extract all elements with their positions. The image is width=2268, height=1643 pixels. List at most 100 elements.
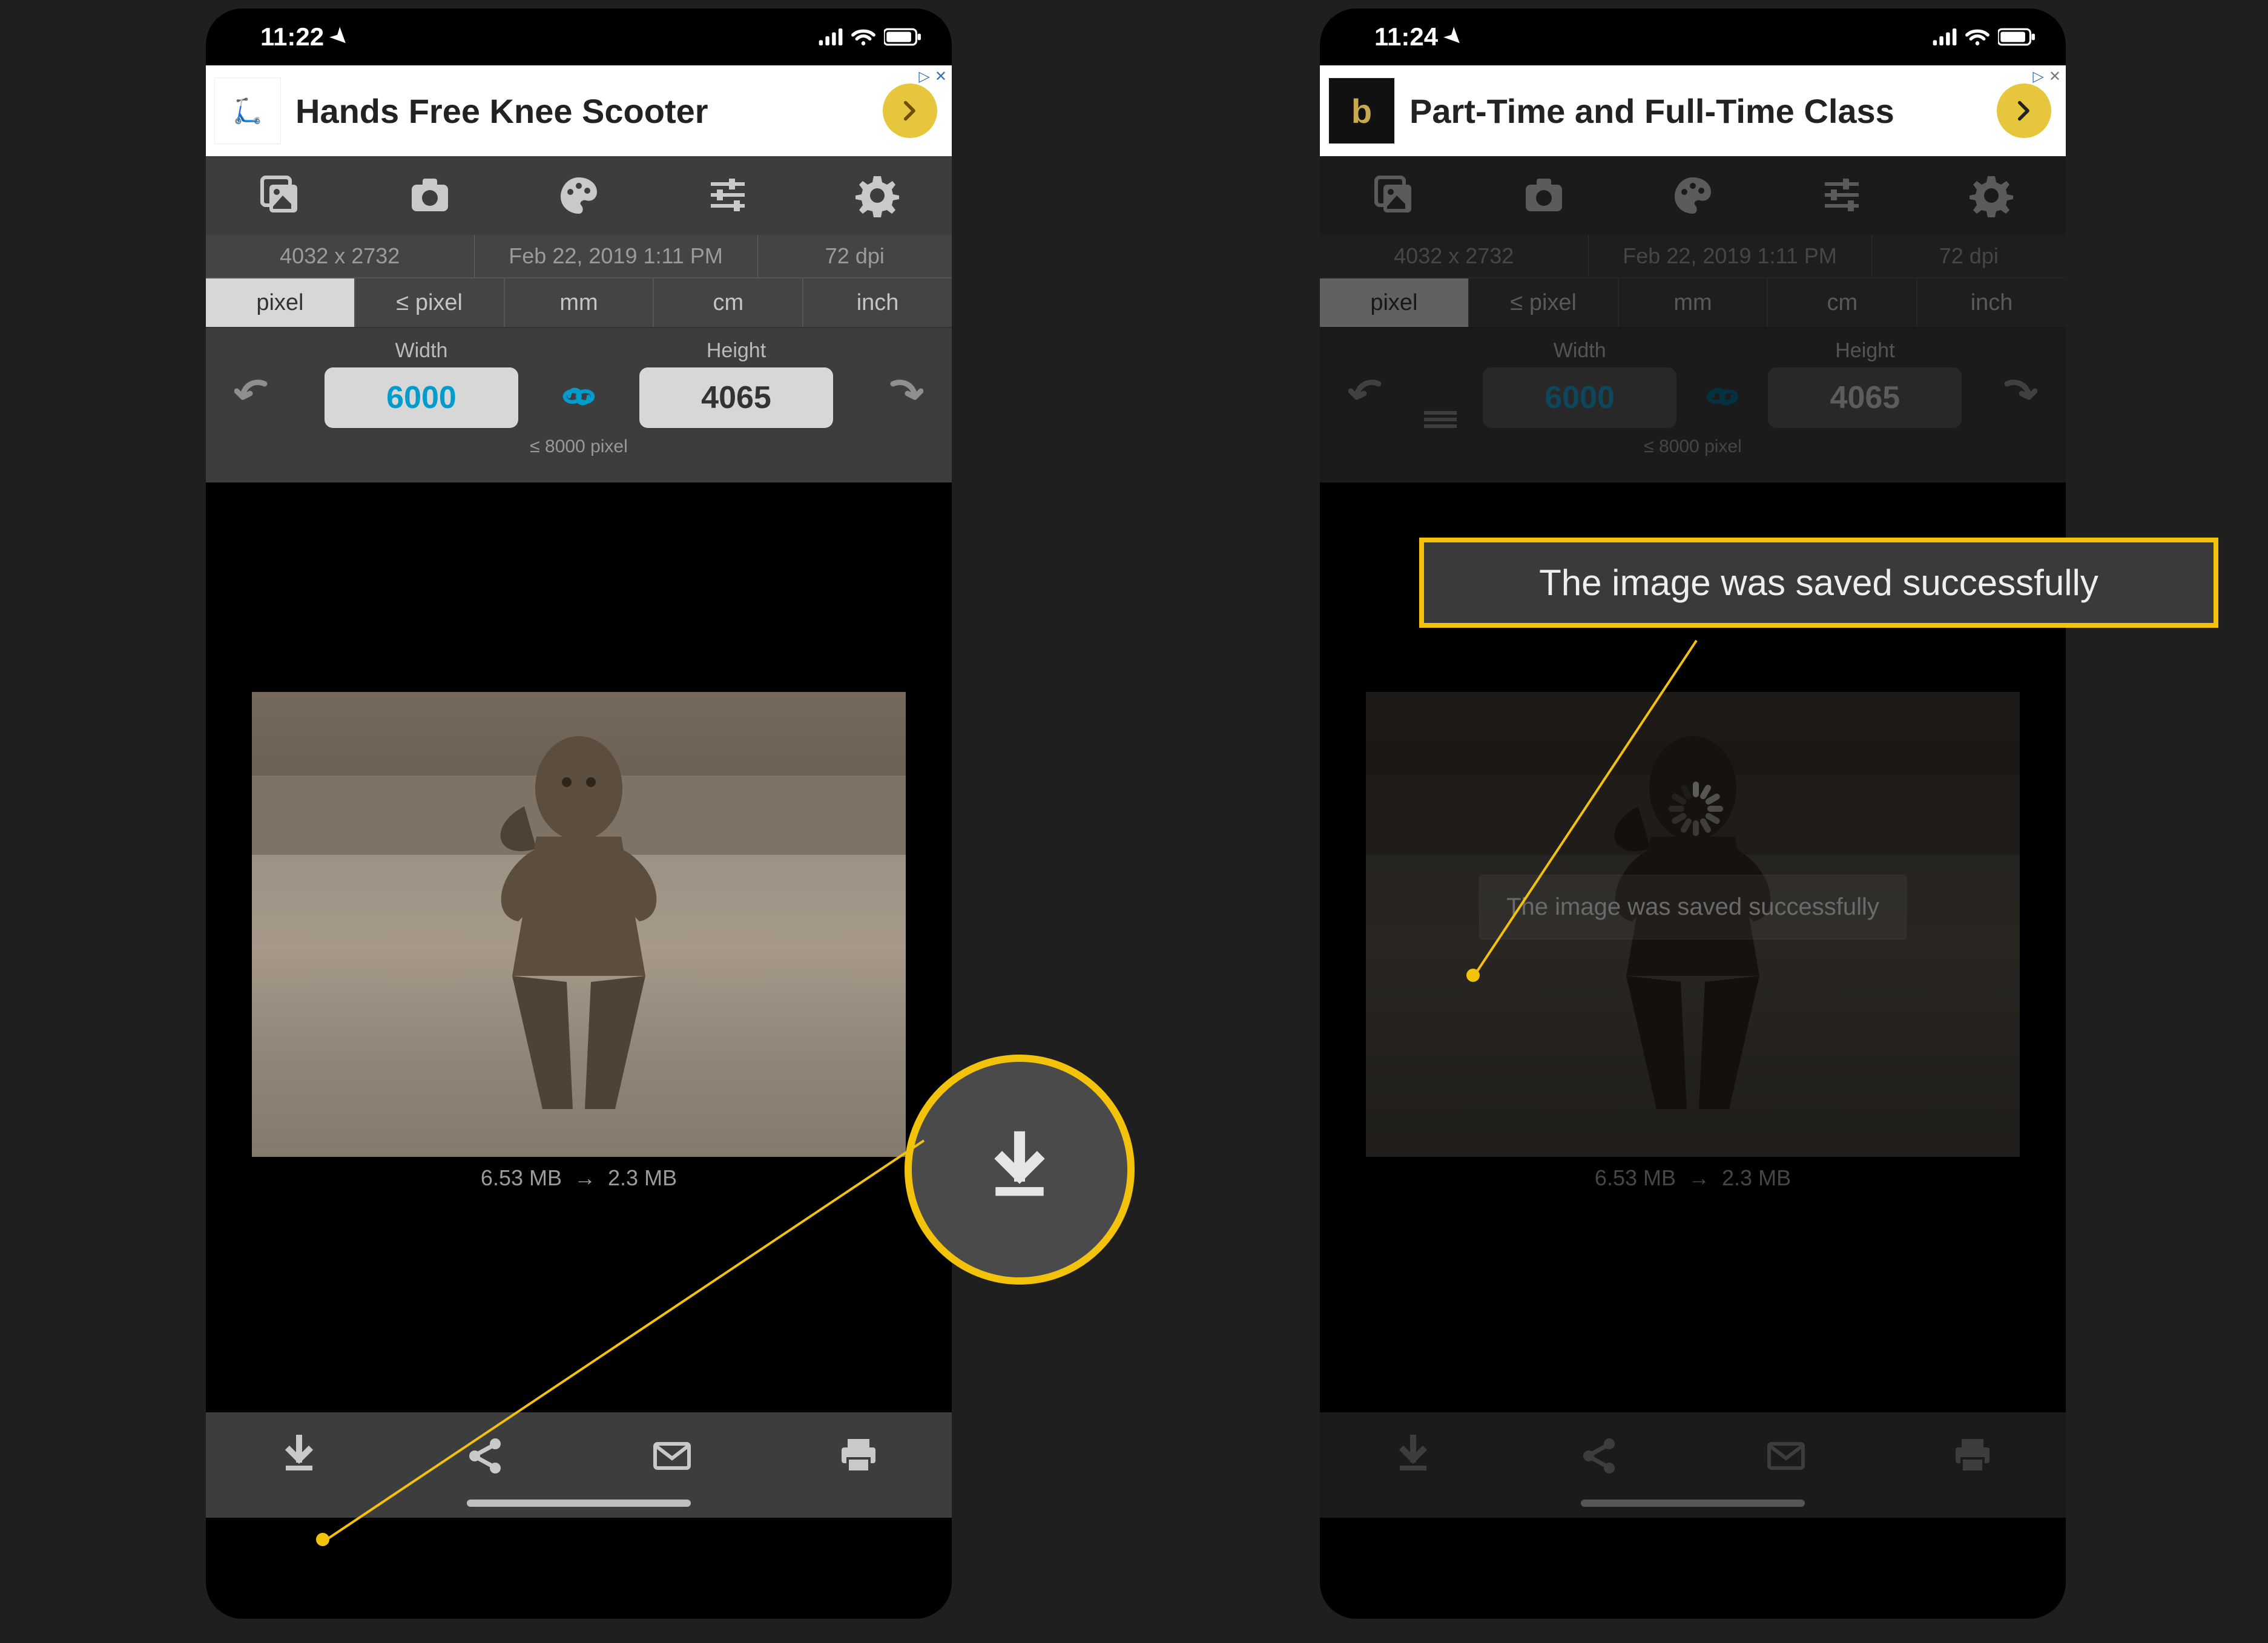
mail-icon <box>1764 1434 1808 1478</box>
signal-icon <box>1933 28 1957 45</box>
info-dimensions: 4032 x 2732 <box>206 235 475 277</box>
save-button[interactable] <box>206 1412 392 1518</box>
location-arrow-icon: ➤ <box>325 22 354 51</box>
mail-icon <box>650 1434 694 1478</box>
download-icon <box>1391 1434 1435 1478</box>
camera-icon <box>1522 174 1566 217</box>
adchoices-icon[interactable]: ▷✕ <box>918 68 947 85</box>
undo-button[interactable] <box>1343 355 1397 428</box>
redo-icon <box>1994 373 2037 410</box>
gallery-button[interactable] <box>206 156 355 235</box>
image-preview[interactable] <box>252 692 906 1157</box>
undo-icon <box>234 373 278 410</box>
filesize-comparison: 6.53 MB → 2.3 MB <box>252 1165 906 1191</box>
ad-go-button[interactable] <box>1997 84 2051 138</box>
unit-inch[interactable]: inch <box>1917 278 2066 327</box>
chevron-right-icon <box>2011 97 2037 124</box>
share-icon <box>1578 1434 1621 1478</box>
status-bar: 11:24 ➤ <box>1320 8 2066 65</box>
height-field-group: Height 4065 <box>639 339 833 428</box>
callout-toast-text: The image was saved successfully <box>1539 562 2098 604</box>
aspect-lock-button[interactable] <box>1703 366 1742 427</box>
wifi-icon <box>1965 28 1989 45</box>
height-input[interactable]: 4065 <box>1768 367 1962 428</box>
hamburger-icon <box>1424 409 1457 430</box>
top-toolbar <box>1320 156 2066 235</box>
width-field-group: Width 6000 <box>1483 339 1676 428</box>
palette-button[interactable] <box>1618 156 1767 235</box>
status-time: 11:22 <box>260 22 324 51</box>
undo-button[interactable] <box>229 355 283 428</box>
adjust-button[interactable] <box>1767 156 1916 235</box>
print-icon <box>1951 1434 1994 1478</box>
unit-mm[interactable]: mm <box>1619 278 1769 327</box>
redo-button[interactable] <box>874 355 929 428</box>
print-icon <box>837 1434 880 1478</box>
callout-save-circle <box>905 1055 1135 1285</box>
home-indicator[interactable] <box>1581 1500 1805 1507</box>
ad-go-button[interactable] <box>883 84 937 138</box>
size-hint: ≤ 8000 pixel <box>229 436 929 457</box>
width-input[interactable]: 6000 <box>325 367 518 428</box>
filesize-after: 2.3 MB <box>1722 1165 1791 1190</box>
unit-lte-pixel[interactable]: ≤ pixel <box>1469 278 1619 327</box>
status-time: 11:24 <box>1374 22 1438 51</box>
palette-button[interactable] <box>504 156 653 235</box>
gear-icon <box>855 174 899 217</box>
print-button[interactable] <box>1879 1412 2066 1518</box>
ad-banner[interactable]: 🛴 Hands Free Knee Scooter ▷✕ <box>206 65 952 156</box>
chevron-right-icon <box>897 97 923 124</box>
unit-selector: pixel ≤ pixel mm cm inch <box>206 277 952 328</box>
adchoices-icon[interactable]: ▷✕ <box>2032 68 2061 85</box>
size-editor: Width 6000 Height 4065 ≤ 8000 pixel <box>1320 328 2066 482</box>
home-indicator[interactable] <box>467 1500 691 1507</box>
redo-icon <box>880 373 923 410</box>
phone-screen-left: 11:22 ➤ 🛴 Hands Free Knee Scooter ▷✕ 403… <box>206 8 952 1619</box>
settings-button[interactable] <box>1917 156 2066 235</box>
battery-icon <box>1998 28 2036 46</box>
phone-screen-right: 11:24 ➤ b Part-Time and Full-Time Class … <box>1320 8 2066 1619</box>
width-input[interactable]: 6000 <box>1483 367 1676 428</box>
save-toast: The image was saved successfully <box>1479 875 1907 940</box>
redo-button[interactable] <box>1988 355 2043 428</box>
save-button[interactable] <box>1320 1412 1506 1518</box>
signal-icon <box>819 28 843 45</box>
settings-button[interactable] <box>803 156 952 235</box>
sliders-icon <box>1820 174 1864 217</box>
unit-mm[interactable]: mm <box>505 278 654 327</box>
filesize-before: 6.53 MB <box>1595 1165 1676 1190</box>
height-field-group: Height 4065 <box>1768 339 1962 428</box>
callout-anchor-dot <box>316 1533 329 1546</box>
arrow-right-icon: → <box>574 1165 596 1190</box>
unit-pixel[interactable]: pixel <box>206 278 355 327</box>
info-date: Feb 22, 2019 1:11 PM <box>475 235 758 277</box>
camera-button[interactable] <box>355 156 504 235</box>
height-input[interactable]: 4065 <box>639 367 833 428</box>
ad-title: Part-Time and Full-Time Class <box>1409 91 1997 131</box>
gallery-button[interactable] <box>1320 156 1469 235</box>
info-dimensions: 4032 x 2732 <box>1320 235 1589 277</box>
undo-icon <box>1348 373 1392 410</box>
ad-banner[interactable]: b Part-Time and Full-Time Class ▷✕ <box>1320 65 2066 156</box>
gallery-icon <box>1373 174 1416 217</box>
statue-illustration <box>452 722 706 1109</box>
filesize-comparison: 6.53 MB → 2.3 MB <box>1366 1165 2020 1191</box>
image-info-strip: 4032 x 2732 Feb 22, 2019 1:11 PM 72 dpi <box>206 235 952 277</box>
unit-lte-pixel[interactable]: ≤ pixel <box>355 278 505 327</box>
unit-cm[interactable]: cm <box>654 278 803 327</box>
link-icon <box>559 377 598 416</box>
unit-inch[interactable]: inch <box>803 278 952 327</box>
height-label: Height <box>1835 339 1894 363</box>
ad-logo-icon: 🛴 <box>214 77 281 144</box>
unit-cm[interactable]: cm <box>1768 278 1917 327</box>
camera-button[interactable] <box>1469 156 1618 235</box>
print-button[interactable] <box>765 1412 952 1518</box>
aspect-lock-button[interactable] <box>559 366 598 427</box>
adjust-button[interactable] <box>653 156 802 235</box>
callout-anchor-dot <box>1466 969 1480 982</box>
link-icon <box>1703 377 1742 416</box>
bottom-action-bar <box>206 1412 952 1518</box>
info-date: Feb 22, 2019 1:11 PM <box>1589 235 1872 277</box>
unit-pixel[interactable]: pixel <box>1320 278 1469 327</box>
gallery-icon <box>259 174 302 217</box>
